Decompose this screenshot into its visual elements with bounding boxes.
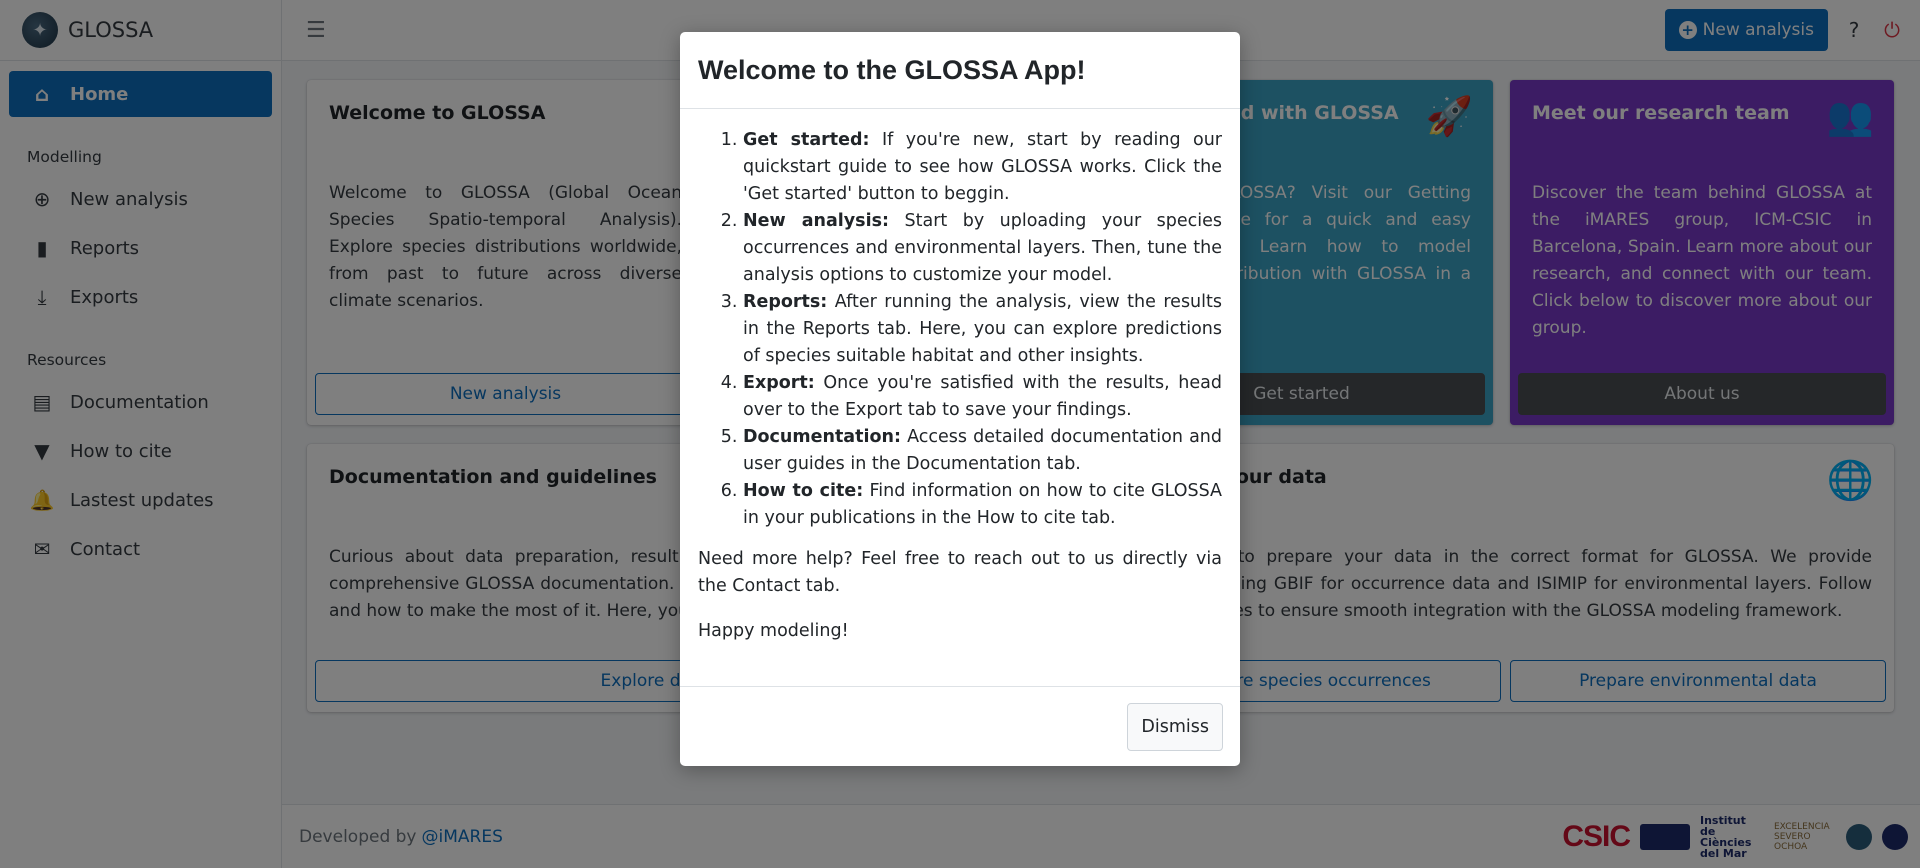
closing-text: Happy modeling! bbox=[698, 621, 849, 641]
dismiss-button[interactable]: Dismiss bbox=[1127, 702, 1223, 751]
step-term: Documentation: bbox=[743, 427, 901, 447]
steps-list: Get started: If you're new, start by rea… bbox=[698, 127, 1222, 532]
step-term: Get started: bbox=[743, 130, 870, 150]
step-term: Export: bbox=[743, 373, 815, 393]
list-item: Reports: After running the analysis, vie… bbox=[743, 289, 1222, 370]
step-text: Once you're satisfied with the results, … bbox=[743, 373, 1222, 420]
step-term: How to cite: bbox=[743, 481, 864, 501]
step-term: New analysis: bbox=[743, 211, 890, 231]
list-item: Documentation: Access detailed documenta… bbox=[743, 424, 1222, 478]
modal-footer: Dismiss bbox=[680, 686, 1240, 766]
list-item: New analysis: Start by uploading your sp… bbox=[743, 208, 1222, 289]
modal-title: Welcome to the GLOSSA App! bbox=[698, 54, 1086, 85]
list-item: How to cite: Find information on how to … bbox=[743, 478, 1222, 532]
step-term: Reports: bbox=[743, 292, 828, 312]
welcome-modal: Welcome to the GLOSSA App! Get started: … bbox=[680, 32, 1240, 766]
modal-header: Welcome to the GLOSSA App! bbox=[680, 32, 1240, 109]
list-item: Export: Once you're satisfied with the r… bbox=[743, 370, 1222, 424]
list-item: Get started: If you're new, start by rea… bbox=[743, 127, 1222, 208]
help-text: Need more help? Feel free to reach out t… bbox=[698, 549, 1222, 596]
modal-body: Get started: If you're new, start by rea… bbox=[680, 109, 1240, 645]
